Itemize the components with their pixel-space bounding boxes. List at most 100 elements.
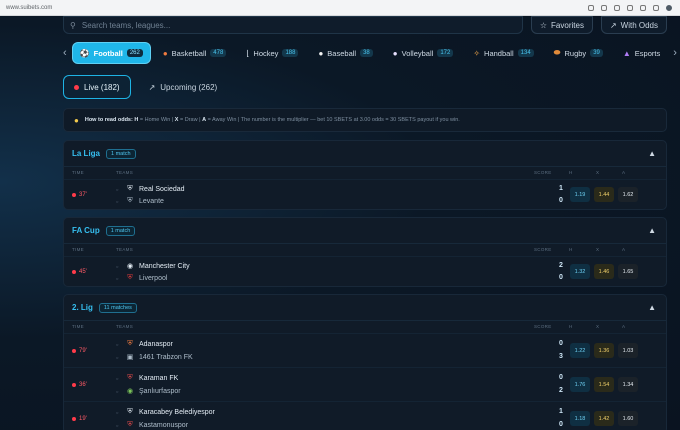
odd-away-button[interactable]: 1.60 xyxy=(618,411,638,426)
bookmark-icon[interactable] xyxy=(588,4,594,11)
address-bar[interactable]: www.suibets.com xyxy=(6,5,588,11)
home-score: 0 xyxy=(559,374,563,381)
away-team: ○ ⛨ Liverpool xyxy=(116,274,168,282)
basketball-icon: ● xyxy=(162,48,168,58)
hint-text: How to read odds: H = Home Win | X = Dra… xyxy=(84,117,460,123)
tab-live-label: Live (182) xyxy=(84,82,120,92)
sport-tabs: ‹ ⚽ Football 262 ● Basketball 478 ⌊ Hockey 188… xyxy=(63,42,677,64)
trend-icon: ↗ xyxy=(609,20,617,30)
match-row[interactable]: 37' ○ ⛨ Real Sociedad ○ ⛨ Levante 1 0 1.19 1… xyxy=(64,179,666,209)
team-crest-icon: ⛨ xyxy=(127,421,133,428)
match-row[interactable]: 45' ○ ◉ Manchester City ○ ⛨ Liverpool 2 0 1.… xyxy=(64,256,666,286)
odd-home-button[interactable]: 1.18 xyxy=(570,411,590,426)
team-crest-icon: ⛨ xyxy=(127,408,133,415)
sport-tab-basketball[interactable]: ● Basketball 478 xyxy=(156,43,233,63)
sport-count: 38 xyxy=(360,49,373,57)
odd-draw-button[interactable]: 1.42 xyxy=(594,411,614,426)
extension-icon[interactable] xyxy=(614,4,620,11)
sport-tab-football[interactable]: ⚽ Football 262 xyxy=(72,43,150,63)
home-team: ○ ⛨ Karaman FK xyxy=(116,374,179,382)
match-row[interactable]: 79' ○ ⛨ Adanaspor ○ ▣ 1461 Trabzon FK 0 3 1.… xyxy=(64,333,666,367)
sport-tab-handball[interactable]: ✧ Handball 134 xyxy=(466,43,540,63)
football-icon: ⚽ xyxy=(79,48,90,58)
odd-home-button[interactable]: 1.19 xyxy=(570,187,590,202)
with-odds-button[interactable]: ↗ With Odds xyxy=(600,16,667,34)
league-header[interactable]: La Liga 1 match ▲ xyxy=(64,141,666,167)
odd-draw-button[interactable]: 1.36 xyxy=(594,343,614,358)
live-dot-icon xyxy=(74,84,79,90)
favorites-label: Favorites xyxy=(551,20,584,30)
team-crest-icon: ⛨ xyxy=(127,274,133,281)
league-name: La Liga xyxy=(72,149,101,158)
sport-tab-volleyball[interactable]: ● Volleyball 172 xyxy=(386,43,461,63)
away-team: ○ ▣ 1461 Trabzon FK xyxy=(116,353,193,362)
favorites-button[interactable]: ☆ Favorites xyxy=(530,16,593,34)
column-header: TIME TEAMS SCORE H X A xyxy=(72,247,626,252)
match-row[interactable]: 19' ○ ⛨ Karacabey Belediyespor ○ ⛨ Kastamonu… xyxy=(64,401,666,430)
sport-tab-rugby[interactable]: ⬬ Rugby 39 xyxy=(547,43,610,63)
live-dot-icon xyxy=(72,417,76,421)
search-icon: ⚲ xyxy=(70,20,76,30)
hockey-icon: ⌊ xyxy=(246,48,250,58)
odd-home-button[interactable]: 1.32 xyxy=(570,264,590,279)
tab-upcoming[interactable]: ↗ Upcoming (262) xyxy=(141,75,226,99)
match-time: 37' xyxy=(72,192,87,198)
team-crest-icon: ⛨ xyxy=(127,340,133,347)
download-icon[interactable] xyxy=(627,4,633,11)
away-team: ○ ⛨ Kastamonuspor xyxy=(116,421,189,429)
chevron-left-icon[interactable]: ‹ xyxy=(63,47,67,59)
menu-icon[interactable] xyxy=(653,4,659,11)
match-time: 45' xyxy=(72,269,87,275)
home-score: 1 xyxy=(559,185,563,192)
play-icon[interactable] xyxy=(640,4,646,11)
away-score: 0 xyxy=(559,274,563,281)
away-score: 0 xyxy=(559,197,563,204)
share-icon[interactable] xyxy=(601,4,607,11)
header-row: ⚲ Search teams, leagues... ☆ Favorites ↗… xyxy=(63,16,667,34)
team-crest-icon: ◉ xyxy=(126,388,134,395)
avatar[interactable] xyxy=(666,4,672,11)
away-score: 3 xyxy=(559,353,563,360)
odd-home-button[interactable]: 1.22 xyxy=(570,343,590,358)
match-time: 36' xyxy=(72,382,87,388)
browser-icons xyxy=(588,4,672,11)
odd-away-button[interactable]: 1.03 xyxy=(618,343,638,358)
league-section-2-lig: 2. Lig 11 matches ▲ TIME TEAMS SCORE H X A 79… xyxy=(63,294,667,430)
collapse-icon[interactable]: ▲ xyxy=(648,226,656,235)
odd-draw-button[interactable]: 1.54 xyxy=(594,377,614,392)
sport-tab-esports[interactable]: ▲ Esports xyxy=(616,43,667,63)
tab-live[interactable]: Live (182) xyxy=(63,75,131,99)
league-header[interactable]: 2. Lig 11 matches ▲ xyxy=(64,295,666,321)
home-team: ○ ⛨ Karacabey Belediyespor xyxy=(116,408,215,416)
odd-home-button[interactable]: 1.76 xyxy=(570,377,590,392)
sport-name: Football xyxy=(93,48,123,58)
sport-tab-baseball[interactable]: ● Baseball 38 xyxy=(311,43,379,63)
league-section-la-liga: La Liga 1 match ▲ TIME TEAMS SCORE H X A 37' … xyxy=(63,140,667,210)
collapse-icon[interactable]: ▲ xyxy=(648,149,656,158)
match-row[interactable]: 36' ○ ⛨ Karaman FK ○ ◉ Şanlıurfaspor 0 2 1.7… xyxy=(64,367,666,401)
sport-tab-hockey[interactable]: ⌊ Hockey 188 xyxy=(239,43,305,63)
home-team: ○ ◉ Manchester City xyxy=(116,262,190,271)
sport-name: Baseball xyxy=(327,48,357,58)
home-score: 2 xyxy=(559,262,563,269)
match-time: 19' xyxy=(72,416,87,422)
sport-count: 39 xyxy=(590,49,603,57)
search-placeholder: Search teams, leagues... xyxy=(81,20,171,30)
sport-count: 262 xyxy=(126,49,143,57)
odd-away-button[interactable]: 1.34 xyxy=(618,377,638,392)
league-header[interactable]: FA Cup 1 match ▲ xyxy=(64,218,666,244)
live-dot-icon xyxy=(72,193,76,197)
collapse-icon[interactable]: ▲ xyxy=(648,303,656,312)
odd-away-button[interactable]: 1.62 xyxy=(618,187,638,202)
volleyball-icon: ● xyxy=(392,48,398,58)
match-count-badge: 11 matches xyxy=(98,302,137,313)
chevron-right-icon[interactable]: › xyxy=(673,47,677,59)
odd-draw-button[interactable]: 1.44 xyxy=(594,187,614,202)
odd-draw-button[interactable]: 1.46 xyxy=(594,264,614,279)
search-input[interactable]: ⚲ Search teams, leagues... xyxy=(63,16,523,34)
odds-hint-banner: ● How to read odds: H = Home Win | X = D… xyxy=(63,108,667,132)
away-team: ○ ⛨ Levante xyxy=(116,197,164,205)
team-crest-icon: ◉ xyxy=(126,263,134,270)
column-header: TIME TEAMS SCORE H X A xyxy=(72,324,626,329)
odd-away-button[interactable]: 1.65 xyxy=(618,264,638,279)
